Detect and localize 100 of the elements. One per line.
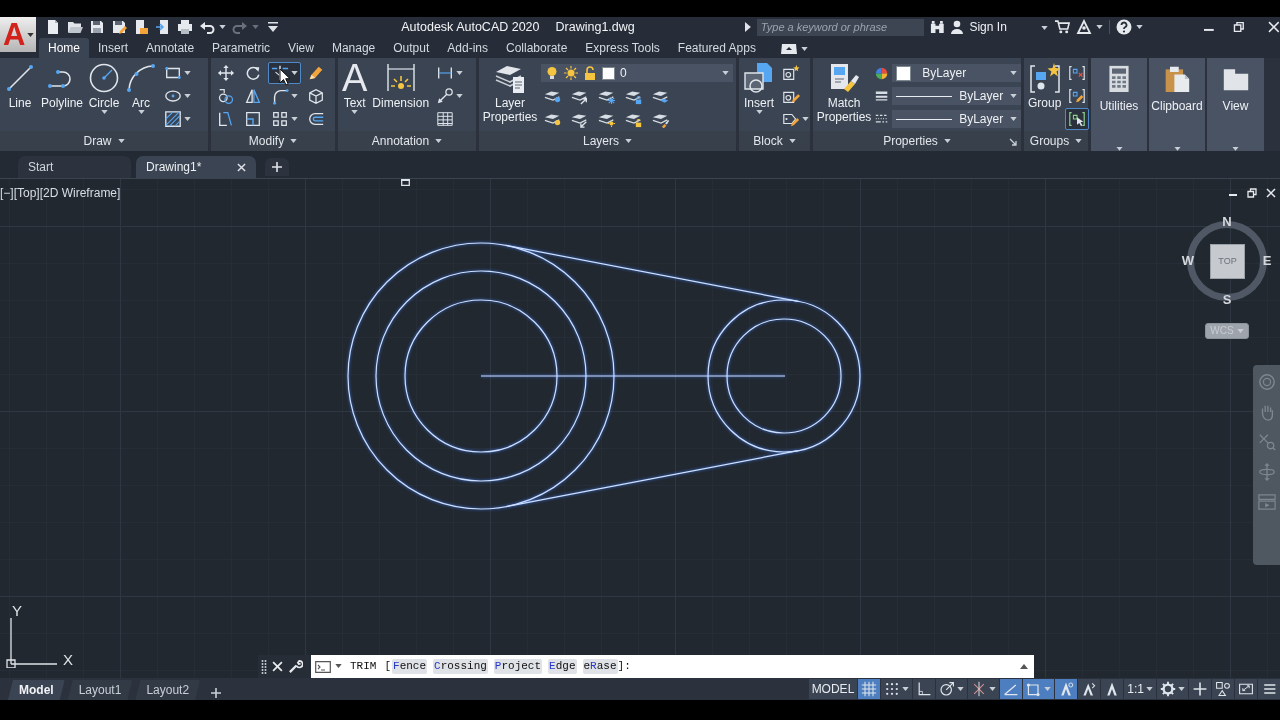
collapsed-panel-button[interactable]: View bbox=[1207, 58, 1264, 151]
collapsed-panel-button[interactable]: Utilities bbox=[1091, 58, 1147, 151]
caret-icon bbox=[219, 25, 226, 29]
property-dropdown[interactable]: ByLayer bbox=[892, 87, 1022, 105]
status-toggle-button[interactable] bbox=[881, 679, 913, 699]
new-tab-button[interactable] bbox=[265, 158, 289, 176]
ribbon-tool-button[interactable]: Insert bbox=[742, 58, 776, 131]
ribbon-tool-button[interactable]: Circle bbox=[87, 58, 122, 131]
command-option[interactable]: Fence bbox=[392, 658, 428, 675]
panel-title-button[interactable]: Groups bbox=[1026, 133, 1086, 149]
ribbon-tab[interactable]: Express Tools bbox=[576, 38, 669, 58]
ribbon-tool-button[interactable]: Polyline bbox=[40, 58, 85, 131]
printer-icon[interactable] bbox=[177, 19, 193, 35]
ribbon-tool-button[interactable]: Layer Properties bbox=[482, 58, 538, 131]
web-open-icon[interactable] bbox=[133, 19, 149, 35]
grip-handle-icon[interactable] bbox=[261, 658, 267, 675]
ribbon-tool-button[interactable]: Line bbox=[3, 58, 37, 131]
help-icon[interactable] bbox=[1115, 19, 1132, 35]
wrench-icon[interactable] bbox=[288, 659, 303, 674]
ribbon-tab[interactable]: Featured Apps bbox=[668, 38, 765, 58]
ribbon-tool-button[interactable]: Group bbox=[1027, 58, 1063, 131]
property-dropdown[interactable]: ByLayer bbox=[892, 64, 1022, 82]
ribbon-tool-button[interactable]: Dimension bbox=[371, 58, 431, 131]
ribbon-tab[interactable]: Insert bbox=[89, 38, 138, 58]
save-icon[interactable] bbox=[89, 19, 105, 35]
shopping-cart-icon[interactable] bbox=[1054, 19, 1070, 35]
ribbon-tab[interactable]: Manage bbox=[322, 38, 385, 58]
search-field[interactable]: Type a keyword or phrase bbox=[756, 18, 924, 36]
open-folder-icon[interactable] bbox=[67, 19, 83, 35]
close-icon[interactable] bbox=[272, 661, 283, 672]
move-arrows-icon bbox=[217, 64, 235, 82]
close-icon[interactable] bbox=[1266, 188, 1276, 198]
layout-tab[interactable]: Layout2 bbox=[135, 680, 201, 700]
status-toggle-button[interactable] bbox=[858, 679, 881, 699]
layout-tab[interactable]: Model bbox=[8, 680, 65, 700]
close-icon[interactable] bbox=[1268, 21, 1280, 33]
search-expand-icon[interactable] bbox=[745, 22, 751, 32]
compass-letter[interactable]: E bbox=[1260, 254, 1274, 268]
command-prompt-icon[interactable] bbox=[315, 660, 331, 673]
status-toggle-button[interactable] bbox=[1258, 679, 1280, 699]
command-line-field[interactable]: TRIM [ Fence Crossing Project Edge eRase]: bbox=[311, 655, 1034, 678]
ribbon-tool-button[interactable]: Arc bbox=[124, 58, 159, 131]
tool-button[interactable] bbox=[1065, 108, 1090, 130]
viewport-control-link[interactable]: [−] bbox=[0, 186, 14, 201]
status-toggle-button[interactable] bbox=[936, 679, 968, 699]
ribbon-tab[interactable]: Collaborate bbox=[497, 38, 577, 58]
viewport-control-link[interactable]: [Top] bbox=[13, 186, 40, 201]
status-toggle-button[interactable] bbox=[1212, 679, 1234, 699]
compass-letter[interactable]: S bbox=[1220, 293, 1234, 307]
viewport-control-link[interactable]: [2D Wireframe] bbox=[39, 186, 121, 201]
status-toggle-button[interactable]: 1:1 bbox=[1124, 679, 1156, 699]
compass-letter[interactable]: W bbox=[1181, 254, 1195, 268]
viewport-maximize-icon[interactable] bbox=[401, 179, 410, 186]
command-option[interactable]: Crossing bbox=[433, 658, 488, 675]
status-toggle-button[interactable] bbox=[1000, 679, 1023, 699]
ribbon-toggle-icon[interactable] bbox=[780, 44, 797, 54]
status-toggle-button[interactable] bbox=[968, 679, 1000, 699]
ribbon-tab[interactable]: Parametric bbox=[203, 38, 280, 58]
dialog-launcher-icon[interactable] bbox=[1009, 138, 1017, 146]
plus-icon bbox=[272, 162, 282, 172]
close-icon[interactable] bbox=[237, 162, 246, 172]
status-toggle-button[interactable] bbox=[1189, 679, 1211, 699]
status-toggle-button[interactable] bbox=[1055, 679, 1078, 699]
status-toggle-button[interactable] bbox=[1157, 679, 1188, 699]
ribbon-tab[interactable]: Output bbox=[384, 38, 439, 58]
command-option[interactable]: eRase bbox=[582, 658, 618, 675]
restore-icon[interactable] bbox=[1247, 188, 1257, 198]
new-file-icon[interactable] bbox=[45, 19, 61, 35]
file-tab[interactable]: Start bbox=[18, 156, 131, 178]
ribbon-tab[interactable]: Home bbox=[39, 38, 89, 58]
ribbon-tab[interactable]: View bbox=[279, 38, 323, 58]
restore-icon[interactable] bbox=[1232, 21, 1245, 33]
history-arrow-icon[interactable] bbox=[1020, 663, 1028, 669]
layout-tab[interactable]: Layout1 bbox=[67, 680, 133, 700]
compass-letter[interactable]: N bbox=[1220, 215, 1234, 229]
status-toggle-button[interactable] bbox=[1101, 679, 1124, 699]
collapsed-panel-button[interactable]: Clipboard bbox=[1149, 58, 1205, 151]
save-as-icon[interactable] bbox=[111, 19, 127, 35]
panel-title-button[interactable]: Draw bbox=[80, 133, 128, 149]
layer-dropdown[interactable]: 0 bbox=[541, 64, 733, 82]
redo-arrow-icon[interactable] bbox=[232, 19, 248, 35]
ribbon-tab[interactable]: Add-ins bbox=[438, 38, 497, 58]
property-dropdown[interactable]: ByLayer bbox=[892, 110, 1022, 128]
panel-title-button[interactable]: Layers bbox=[580, 133, 635, 149]
sign-in-button[interactable]: Sign In bbox=[950, 19, 1048, 35]
triangle-nodes-icon[interactable] bbox=[1075, 19, 1092, 35]
caret-icon bbox=[435, 139, 443, 143]
status-toggle-button[interactable] bbox=[1078, 679, 1101, 699]
ribbon-tab[interactable]: Annotate bbox=[137, 38, 204, 58]
file-tab[interactable]: Drawing1* bbox=[136, 156, 256, 178]
status-toggle-button[interactable]: MODEL bbox=[808, 679, 858, 699]
binoculars-icon[interactable] bbox=[929, 19, 945, 35]
undo-arrow-icon[interactable] bbox=[199, 19, 215, 35]
command-option[interactable]: Project bbox=[493, 658, 543, 675]
web-save-icon[interactable] bbox=[155, 19, 171, 35]
ribbon-tool-button[interactable]: Match Properties bbox=[816, 58, 872, 131]
command-option[interactable]: Edge bbox=[548, 658, 577, 675]
status-toggle-button[interactable] bbox=[913, 679, 936, 699]
status-toggle-button[interactable] bbox=[1235, 679, 1257, 699]
status-toggle-button[interactable] bbox=[1023, 679, 1055, 699]
